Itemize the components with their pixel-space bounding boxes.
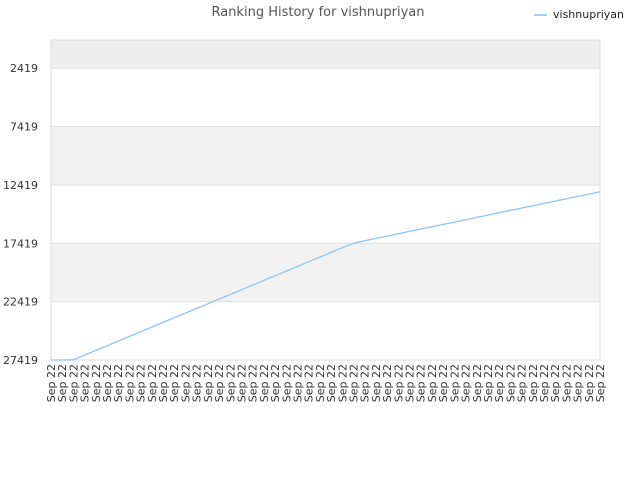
- y-tick-label: 12419: [3, 179, 38, 192]
- y-tick-label: 2419: [10, 62, 38, 75]
- plot-band: [51, 243, 600, 302]
- plot-band: [51, 40, 600, 69]
- plot-bands: [51, 40, 600, 360]
- y-tick-label: 7419: [10, 121, 38, 134]
- plot-band: [51, 126, 600, 185]
- chart-container: Ranking History for vishnupriyan vishnup…: [0, 0, 640, 480]
- y-tick-label: 17419: [3, 237, 38, 250]
- x-axis-ticks: Sep 22Sep 22Sep 22Sep 22Sep 22Sep 22Sep …: [45, 364, 607, 402]
- legend-label-vishnupriyan: vishnupriyan: [553, 8, 624, 21]
- legend[interactable]: vishnupriyan: [534, 8, 624, 21]
- plot-band: [51, 301, 600, 360]
- y-tick-label: 22419: [3, 296, 38, 309]
- ranking-chart: Ranking History for vishnupriyan vishnup…: [3, 5, 624, 402]
- y-axis-ticks: 2419 7419 12419 17419 22419 27419: [3, 62, 38, 367]
- y-tick-label: 27419: [3, 354, 38, 367]
- chart-title: Ranking History for vishnupriyan: [211, 5, 424, 20]
- plot-band: [51, 68, 600, 127]
- x-tick-label: Sep 22: [594, 364, 607, 402]
- plot-band: [51, 184, 600, 244]
